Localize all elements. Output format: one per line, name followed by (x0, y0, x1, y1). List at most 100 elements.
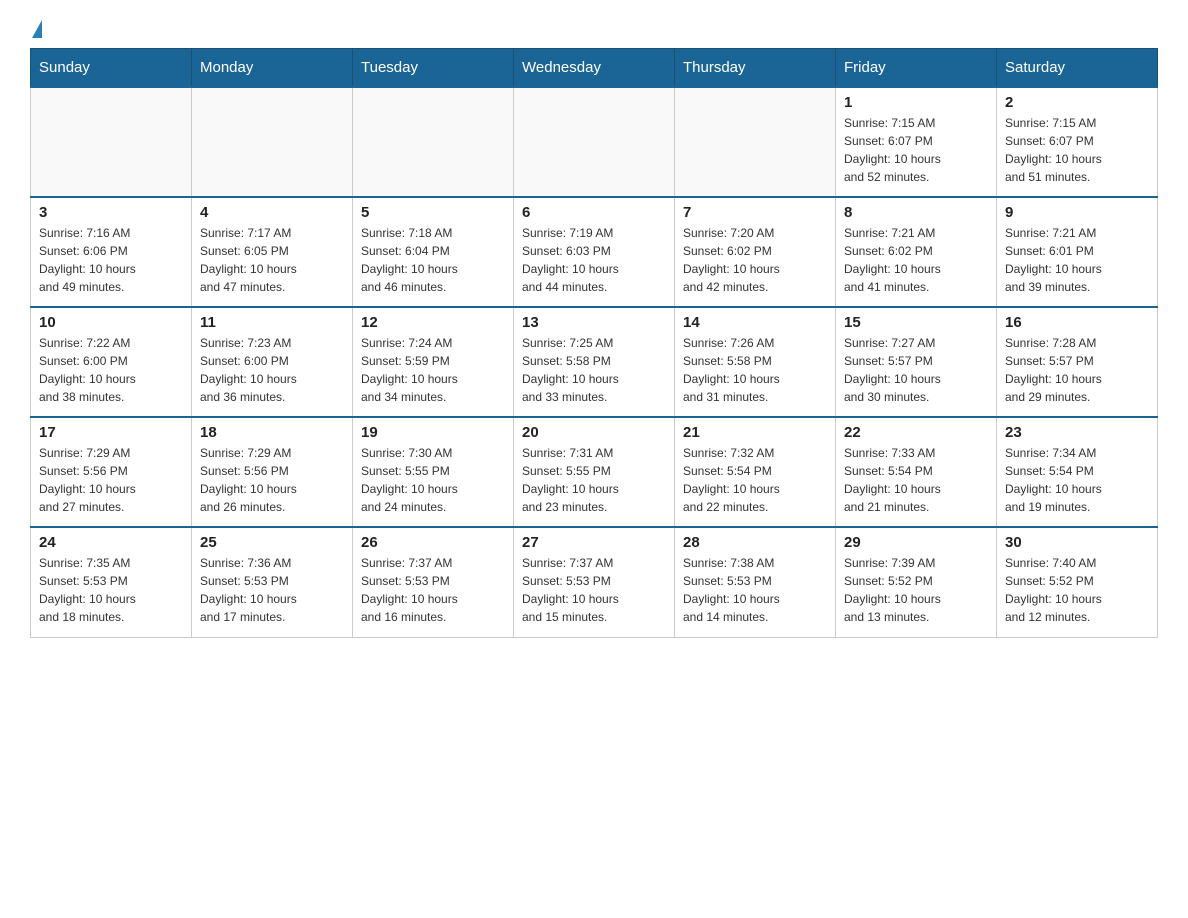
logo (30, 20, 42, 38)
day-info: Sunrise: 7:27 AM Sunset: 5:57 PM Dayligh… (844, 334, 988, 406)
day-number: 25 (200, 534, 344, 551)
day-info: Sunrise: 7:31 AM Sunset: 5:55 PM Dayligh… (522, 444, 666, 516)
day-info: Sunrise: 7:40 AM Sunset: 5:52 PM Dayligh… (1005, 554, 1149, 626)
calendar-cell-9: 9Sunrise: 7:21 AM Sunset: 6:01 PM Daylig… (997, 197, 1158, 307)
day-number: 26 (361, 534, 505, 551)
day-number: 30 (1005, 534, 1149, 551)
weekday-header-tuesday: Tuesday (353, 49, 514, 88)
page-header (30, 20, 1158, 38)
calendar-cell-4: 4 Sunrise: 7:17 AM Sunset: 6:05 PM Daylig… (192, 197, 353, 307)
calendar-cell-empty (353, 87, 514, 197)
calendar-cell-24: 24 Sunrise: 7:35 AM Sunset: 5:53 PM Dayli… (31, 527, 192, 637)
day-info: Sunrise: 7:33 AM Sunset: 5:54 PM Dayligh… (844, 444, 988, 516)
calendar-cell-7: 7 Sunrise: 7:20 AM Sunset: 6:02 PM Daylig… (675, 197, 836, 307)
calendar-cell-11: 11 Sunrise: 7:23 AM Sunset: 6:00 PM Dayli… (192, 307, 353, 417)
day-info: Sunrise: 7:29 AM Sunset: 5:56 PM Dayligh… (200, 444, 344, 516)
day-number: 18 (200, 424, 344, 441)
day-number: 17 (39, 424, 183, 441)
calendar-cell-30: 30 Sunrise: 7:40 AM Sunset: 5:52 PM Dayli… (997, 527, 1158, 637)
day-number: 29 (844, 534, 988, 551)
day-number: 14 (683, 314, 827, 331)
day-number: 27 (522, 534, 666, 551)
day-info: Sunrise: 7:16 AM Sunset: 6:06 PM Dayligh… (39, 224, 183, 296)
day-number: 19 (361, 424, 505, 441)
calendar-cell-empty (192, 87, 353, 197)
week-row-0: 1Sunrise: 7:15 AM Sunset: 6:07 PM Daylig… (31, 87, 1158, 197)
day-number: 21 (683, 424, 827, 441)
day-info: Sunrise: 7:34 AM Sunset: 5:54 PM Dayligh… (1005, 444, 1149, 516)
weekday-header-sunday: Sunday (31, 49, 192, 88)
calendar-cell-15: 15 Sunrise: 7:27 AM Sunset: 5:57 PM Dayli… (836, 307, 997, 417)
day-number: 28 (683, 534, 827, 551)
day-info: Sunrise: 7:20 AM Sunset: 6:02 PM Dayligh… (683, 224, 827, 296)
day-number: 23 (1005, 424, 1149, 441)
calendar-cell-14: 14 Sunrise: 7:26 AM Sunset: 5:58 PM Dayli… (675, 307, 836, 417)
week-row-2: 10 Sunrise: 7:22 AM Sunset: 6:00 PM Dayli… (31, 307, 1158, 417)
week-row-4: 24 Sunrise: 7:35 AM Sunset: 5:53 PM Dayli… (31, 527, 1158, 637)
day-info: Sunrise: 7:24 AM Sunset: 5:59 PM Dayligh… (361, 334, 505, 406)
calendar-cell-empty (514, 87, 675, 197)
calendar-cell-empty (675, 87, 836, 197)
day-number: 13 (522, 314, 666, 331)
calendar-cell-19: 19Sunrise: 7:30 AM Sunset: 5:55 PM Dayli… (353, 417, 514, 527)
day-info: Sunrise: 7:37 AM Sunset: 5:53 PM Dayligh… (361, 554, 505, 626)
day-number: 20 (522, 424, 666, 441)
calendar-cell-10: 10 Sunrise: 7:22 AM Sunset: 6:00 PM Dayli… (31, 307, 192, 417)
calendar-cell-3: 3Sunrise: 7:16 AM Sunset: 6:06 PM Daylig… (31, 197, 192, 307)
calendar-cell-28: 28 Sunrise: 7:38 AM Sunset: 5:53 PM Dayli… (675, 527, 836, 637)
day-info: Sunrise: 7:38 AM Sunset: 5:53 PM Dayligh… (683, 554, 827, 626)
day-number: 12 (361, 314, 505, 331)
day-number: 24 (39, 534, 183, 551)
weekday-header-monday: Monday (192, 49, 353, 88)
weekday-header-row: SundayMondayTuesdayWednesdayThursdayFrid… (31, 49, 1158, 88)
day-number: 11 (200, 314, 344, 331)
calendar-cell-23: 23 Sunrise: 7:34 AM Sunset: 5:54 PM Dayli… (997, 417, 1158, 527)
day-number: 22 (844, 424, 988, 441)
day-number: 15 (844, 314, 988, 331)
day-number: 10 (39, 314, 183, 331)
calendar-cell-12: 12 Sunrise: 7:24 AM Sunset: 5:59 PM Dayli… (353, 307, 514, 417)
day-info: Sunrise: 7:17 AM Sunset: 6:05 PM Dayligh… (200, 224, 344, 296)
day-info: Sunrise: 7:39 AM Sunset: 5:52 PM Dayligh… (844, 554, 988, 626)
day-info: Sunrise: 7:15 AM Sunset: 6:07 PM Dayligh… (844, 114, 988, 186)
calendar-cell-16: 16 Sunrise: 7:28 AM Sunset: 5:57 PM Dayli… (997, 307, 1158, 417)
week-row-3: 17 Sunrise: 7:29 AM Sunset: 5:56 PM Dayli… (31, 417, 1158, 527)
calendar-table: SundayMondayTuesdayWednesdayThursdayFrid… (30, 48, 1158, 638)
day-info: Sunrise: 7:15 AM Sunset: 6:07 PM Dayligh… (1005, 114, 1149, 186)
calendar-cell-6: 6Sunrise: 7:19 AM Sunset: 6:03 PM Daylig… (514, 197, 675, 307)
day-info: Sunrise: 7:26 AM Sunset: 5:58 PM Dayligh… (683, 334, 827, 406)
day-info: Sunrise: 7:32 AM Sunset: 5:54 PM Dayligh… (683, 444, 827, 516)
day-info: Sunrise: 7:21 AM Sunset: 6:02 PM Dayligh… (844, 224, 988, 296)
calendar-cell-5: 5Sunrise: 7:18 AM Sunset: 6:04 PM Daylig… (353, 197, 514, 307)
day-info: Sunrise: 7:22 AM Sunset: 6:00 PM Dayligh… (39, 334, 183, 406)
day-number: 6 (522, 204, 666, 221)
calendar-cell-20: 20 Sunrise: 7:31 AM Sunset: 5:55 PM Dayli… (514, 417, 675, 527)
day-info: Sunrise: 7:23 AM Sunset: 6:00 PM Dayligh… (200, 334, 344, 406)
day-number: 5 (361, 204, 505, 221)
day-number: 7 (683, 204, 827, 221)
weekday-header-wednesday: Wednesday (514, 49, 675, 88)
calendar-cell-2: 2 Sunrise: 7:15 AM Sunset: 6:07 PM Daylig… (997, 87, 1158, 197)
day-info: Sunrise: 7:28 AM Sunset: 5:57 PM Dayligh… (1005, 334, 1149, 406)
calendar-cell-27: 27 Sunrise: 7:37 AM Sunset: 5:53 PM Dayli… (514, 527, 675, 637)
day-info: Sunrise: 7:37 AM Sunset: 5:53 PM Dayligh… (522, 554, 666, 626)
calendar-cell-13: 13Sunrise: 7:25 AM Sunset: 5:58 PM Dayli… (514, 307, 675, 417)
day-number: 16 (1005, 314, 1149, 331)
logo-triangle-icon (32, 20, 42, 38)
calendar-cell-empty (31, 87, 192, 197)
calendar-cell-8: 8Sunrise: 7:21 AM Sunset: 6:02 PM Daylig… (836, 197, 997, 307)
calendar-cell-17: 17 Sunrise: 7:29 AM Sunset: 5:56 PM Dayli… (31, 417, 192, 527)
calendar-cell-1: 1Sunrise: 7:15 AM Sunset: 6:07 PM Daylig… (836, 87, 997, 197)
day-info: Sunrise: 7:29 AM Sunset: 5:56 PM Dayligh… (39, 444, 183, 516)
day-info: Sunrise: 7:35 AM Sunset: 5:53 PM Dayligh… (39, 554, 183, 626)
calendar-cell-22: 22 Sunrise: 7:33 AM Sunset: 5:54 PM Dayli… (836, 417, 997, 527)
calendar-cell-18: 18 Sunrise: 7:29 AM Sunset: 5:56 PM Dayli… (192, 417, 353, 527)
weekday-header-saturday: Saturday (997, 49, 1158, 88)
day-info: Sunrise: 7:36 AM Sunset: 5:53 PM Dayligh… (200, 554, 344, 626)
calendar-cell-21: 21 Sunrise: 7:32 AM Sunset: 5:54 PM Dayli… (675, 417, 836, 527)
calendar-cell-29: 29 Sunrise: 7:39 AM Sunset: 5:52 PM Dayli… (836, 527, 997, 637)
weekday-header-thursday: Thursday (675, 49, 836, 88)
day-number: 2 (1005, 94, 1149, 111)
day-number: 4 (200, 204, 344, 221)
calendar-cell-25: 25 Sunrise: 7:36 AM Sunset: 5:53 PM Dayli… (192, 527, 353, 637)
